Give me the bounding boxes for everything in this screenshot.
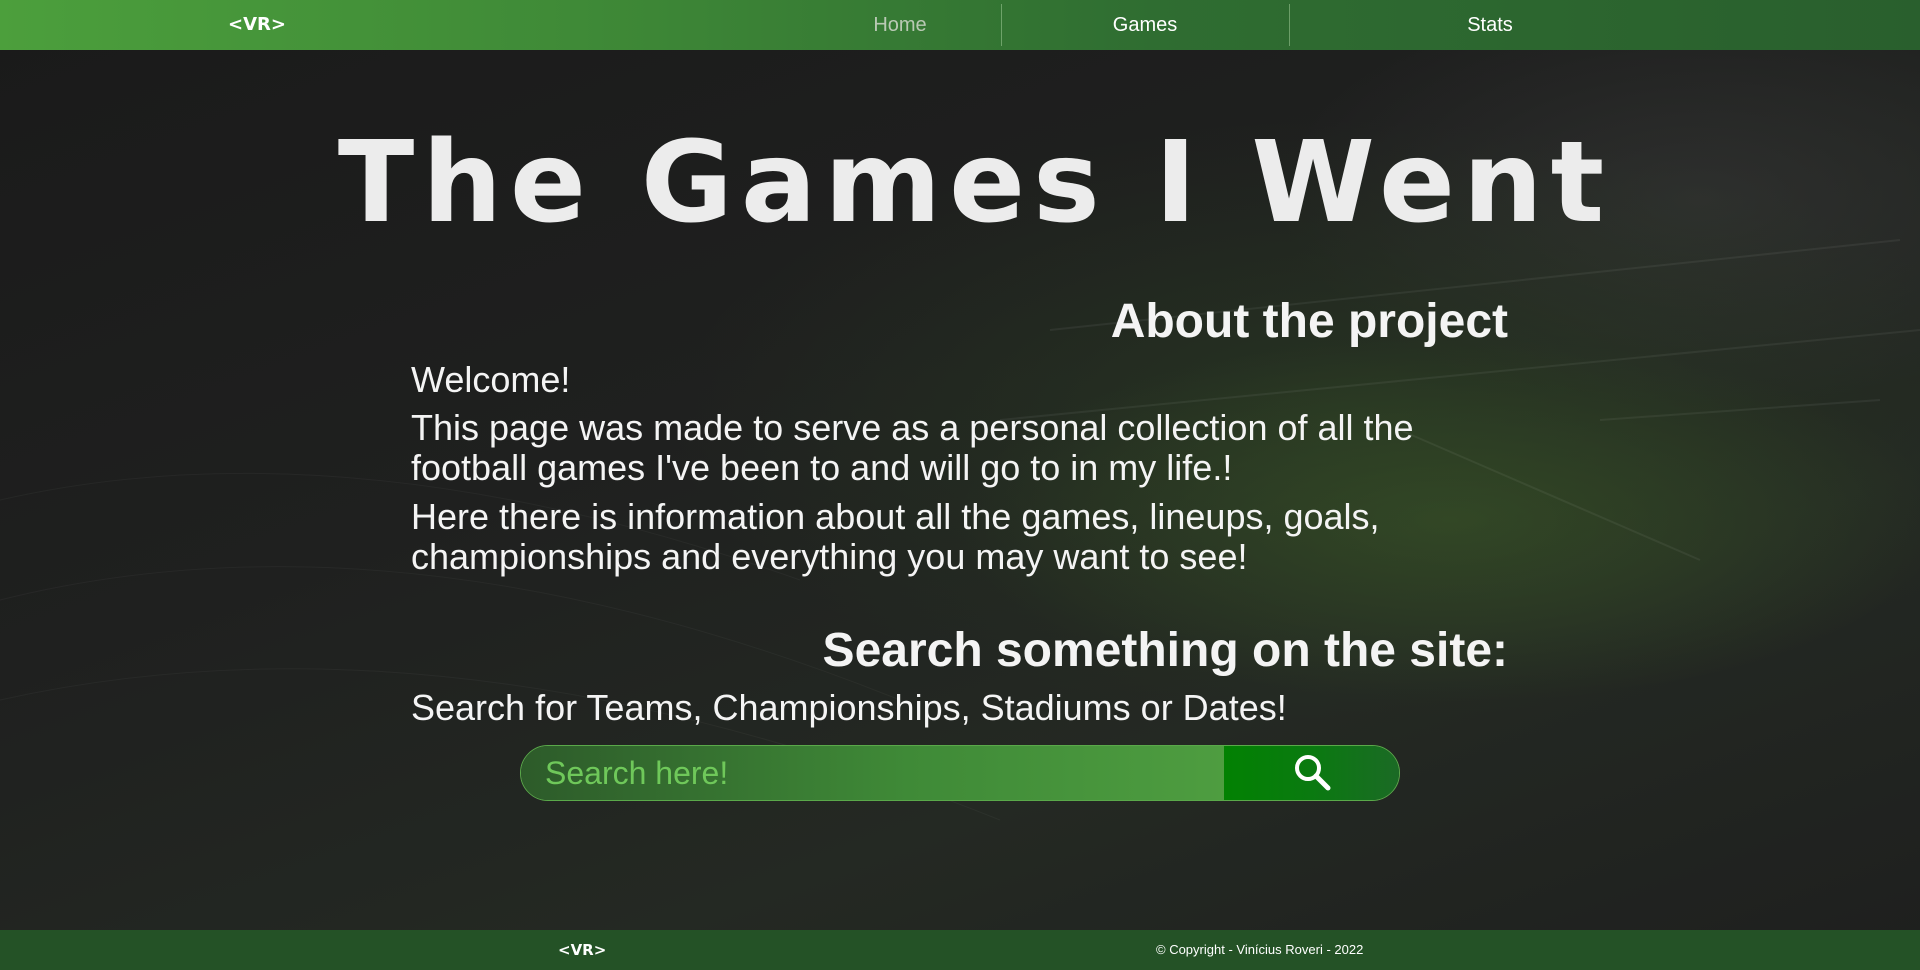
search-icon	[1292, 752, 1332, 795]
search-input[interactable]	[521, 746, 1224, 800]
search-heading: Search something on the site:	[822, 624, 1508, 677]
nav-home-link[interactable]: Home	[800, 0, 1000, 50]
about-paragraph-2: Here there is information about all the …	[411, 496, 1380, 577]
site-logo[interactable]: <VR>	[228, 14, 286, 35]
nav-stats-link[interactable]: Stats	[1290, 0, 1690, 50]
search-button[interactable]	[1224, 746, 1399, 800]
welcome-text: Welcome!	[411, 359, 571, 400]
footer-copyright: © Copyright - Vinícius Roveri - 2022	[1156, 942, 1364, 957]
about-heading: About the project	[1110, 295, 1508, 348]
footer-logo: <VR>	[558, 941, 607, 959]
top-navbar: <VR> Home Games Stats	[0, 0, 1920, 50]
page-title: The Games I Went	[337, 118, 1613, 248]
nav-games-link[interactable]: Games	[1002, 0, 1288, 50]
about-paragraph-1: This page was made to serve as a persona…	[411, 407, 1414, 488]
search-bar	[520, 745, 1400, 801]
search-subtitle: Search for Teams, Championships, Stadium…	[411, 687, 1287, 728]
footer: <VR> © Copyright - Vinícius Roveri - 202…	[0, 930, 1920, 970]
